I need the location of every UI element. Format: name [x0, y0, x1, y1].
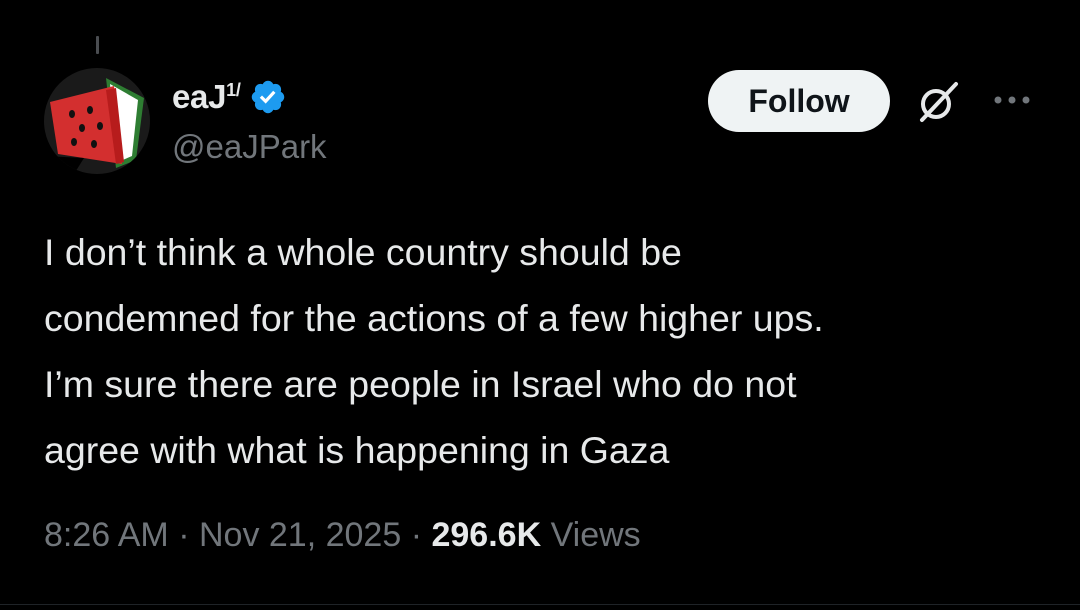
grok-icon[interactable] [910, 74, 966, 130]
post-time[interactable]: 8:26 AM [44, 516, 169, 554]
author-name-row: eaJ1/ [172, 78, 287, 116]
author-display-name[interactable]: eaJ1/ [172, 78, 241, 116]
post-text: I don’t think a whole country should be … [44, 231, 824, 471]
views-count[interactable]: 296.6K [431, 516, 541, 554]
avatar[interactable] [44, 68, 150, 174]
more-options-icon[interactable] [990, 86, 1034, 114]
bottom-divider [0, 604, 1080, 605]
post-date[interactable]: Nov 21, 2025 [199, 516, 401, 554]
verified-badge-icon[interactable] [249, 78, 287, 116]
follow-button[interactable]: Follow [708, 70, 890, 132]
views-label: Views [550, 516, 641, 554]
watermelon-avatar-icon [44, 68, 150, 174]
author-handle[interactable]: @eaJPark [172, 128, 327, 166]
thread-connector-line [96, 36, 99, 54]
author-name-suffix: 1/ [226, 80, 241, 100]
meta-separator: · [178, 516, 190, 554]
meta-separator: · [410, 516, 423, 554]
post-meta-row: 8:26 AM · Nov 21, 2025 · 296.6K Views [44, 516, 641, 555]
